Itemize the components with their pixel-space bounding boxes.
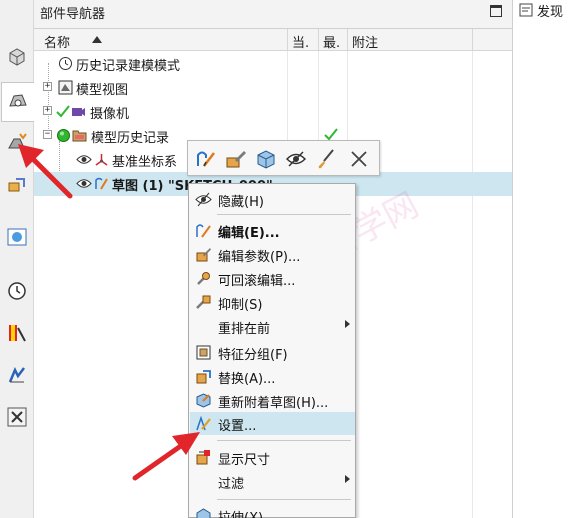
delete-x-icon — [351, 151, 367, 167]
rollback-edit-icon — [195, 270, 212, 287]
solid-body-icon — [257, 150, 275, 169]
hide-icon — [195, 191, 212, 208]
panel-title: 部件导航器 — [40, 7, 106, 22]
discover-tab[interactable]: 发现 — [519, 0, 570, 22]
column-name[interactable]: 名称 — [44, 32, 70, 51]
sketch-icon — [95, 177, 108, 190]
edit-parameters-button[interactable] — [223, 146, 249, 172]
solid-body-button[interactable] — [253, 146, 279, 172]
column-current[interactable]: 当. — [292, 32, 309, 51]
show-dimensions-icon — [195, 449, 212, 466]
tree-row-model-views[interactable]: + 模型视图 — [34, 76, 512, 100]
menu-item-label: 可回滚编辑... — [218, 274, 296, 289]
status-green-dot-icon — [57, 129, 70, 142]
menu-item-reattach-sketch[interactable]: 重新附着草图(H)... — [190, 389, 355, 412]
menu-item-hide[interactable]: 隐藏(H) — [190, 188, 355, 211]
process-studio-icon[interactable] — [2, 318, 32, 348]
edit-sketch-icon — [197, 151, 215, 167]
web-browser-icon[interactable] — [2, 222, 32, 252]
column-comment[interactable]: 附注 — [352, 32, 378, 51]
menu-item-label: 过滤 — [218, 477, 245, 492]
menu-item-edit-parameters[interactable]: 编辑参数(P)... — [190, 243, 355, 266]
menu-item-label: 显示尺寸 — [218, 453, 271, 468]
assembly-navigator-icon[interactable] — [2, 42, 32, 72]
menu-item-settings[interactable]: 设置... — [190, 412, 355, 435]
system-tools-icon[interactable] — [2, 402, 32, 432]
menu-item-feature-group[interactable]: 特征分组(F) — [190, 341, 355, 364]
reattach-sketch-icon — [195, 392, 212, 409]
constraint-navigator-icon[interactable] — [2, 128, 32, 158]
maximize-icon[interactable] — [490, 5, 502, 17]
tree-row-label: 历史记录建模模式 — [76, 59, 181, 74]
context-menu: 隐藏(H) 编辑(E)... 编辑参数(P)... 可回滚编辑... 抑制(S)… — [188, 183, 356, 518]
menu-item-rollback-edit[interactable]: 可回滚编辑... — [190, 267, 355, 290]
expand-plus-icon[interactable]: + — [43, 106, 52, 115]
discover-tab-label: 发现 — [537, 5, 564, 20]
history-folder-icon — [72, 130, 87, 142]
menu-item-reorder-before[interactable]: 重排在前 — [190, 315, 355, 338]
camera-icon — [72, 108, 85, 116]
menu-item-extrude[interactable]: 拉伸(X)... — [190, 504, 355, 518]
settings-pencil-icon — [195, 415, 212, 432]
menu-item-label: 隐藏(H) — [218, 195, 264, 210]
visible-eye-icon[interactable] — [76, 177, 92, 190]
column-latest[interactable]: 最. — [323, 32, 340, 51]
delete-button[interactable] — [346, 146, 372, 172]
tree-row-history-mode[interactable]: 历史记录建模模式 — [34, 52, 512, 76]
edit-parameters-icon — [195, 246, 212, 263]
reuse-library-icon[interactable] — [2, 170, 32, 200]
extrude-icon — [195, 507, 212, 518]
menu-item-suppress[interactable]: 抑制(S) — [190, 291, 355, 314]
menu-item-label: 设置... — [218, 419, 257, 434]
part-navigator-icon[interactable] — [1, 82, 34, 122]
menu-item-label: 特征分组(F) — [218, 348, 288, 363]
menu-item-show-dimensions[interactable]: 显示尺寸 — [190, 446, 355, 469]
menu-item-label: 编辑(E)... — [218, 226, 280, 241]
hide-button[interactable] — [283, 146, 309, 172]
visible-eye-icon[interactable] — [76, 153, 92, 166]
history-clock-icon[interactable] — [2, 276, 32, 306]
menu-item-filter[interactable]: 过滤 — [190, 470, 355, 493]
tree-row-label: 摄像机 — [90, 107, 130, 122]
brush-button[interactable] — [313, 146, 339, 172]
expand-plus-icon[interactable]: + — [43, 82, 52, 91]
hide-eye-icon — [285, 151, 307, 167]
mini-toolbar — [187, 140, 380, 176]
clock-icon — [59, 57, 72, 70]
menu-item-label: 重新附着草图(H)... — [218, 396, 329, 411]
edit-parameters-icon — [226, 151, 246, 168]
submenu-arrow-icon — [345, 320, 350, 328]
suppress-icon — [195, 294, 212, 311]
menu-item-label: 重排在前 — [218, 322, 271, 337]
resource-bar — [0, 0, 34, 518]
feature-group-icon — [195, 344, 212, 361]
checkmark-icon — [56, 105, 70, 118]
brush-icon — [318, 149, 334, 169]
model-view-icon — [58, 80, 73, 95]
menu-item-label: 抑制(S) — [218, 298, 263, 313]
tree-row-cameras[interactable]: + 摄像机 — [34, 100, 512, 124]
edit-sketch-button[interactable] — [193, 146, 219, 172]
menu-item-label: 编辑参数(P)... — [218, 250, 301, 265]
discover-icon — [519, 3, 533, 17]
tree-row-label: 模型视图 — [76, 83, 129, 98]
right-panel: 发现 — [512, 0, 570, 518]
csys-icon — [95, 154, 108, 166]
collapse-minus-icon[interactable]: − — [43, 130, 52, 139]
sort-ascending-icon — [92, 36, 102, 43]
tree-row-label: 基准坐标系 — [112, 155, 178, 170]
menu-item-label: 拉伸(X)... — [218, 507, 275, 518]
menu-item-replace[interactable]: 替换(A)... — [190, 365, 355, 388]
menu-item-label: 替换(A)... — [218, 372, 276, 387]
tree-row-label: 模型历史记录 — [91, 131, 170, 146]
submenu-arrow-icon — [345, 475, 350, 483]
roles-icon[interactable] — [2, 360, 32, 390]
column-header: 名称 当. 最. 附注 — [34, 29, 512, 51]
edit-sketch-icon — [195, 222, 212, 239]
replace-icon — [195, 368, 212, 385]
menu-item-edit[interactable]: 编辑(E)... — [190, 219, 355, 242]
